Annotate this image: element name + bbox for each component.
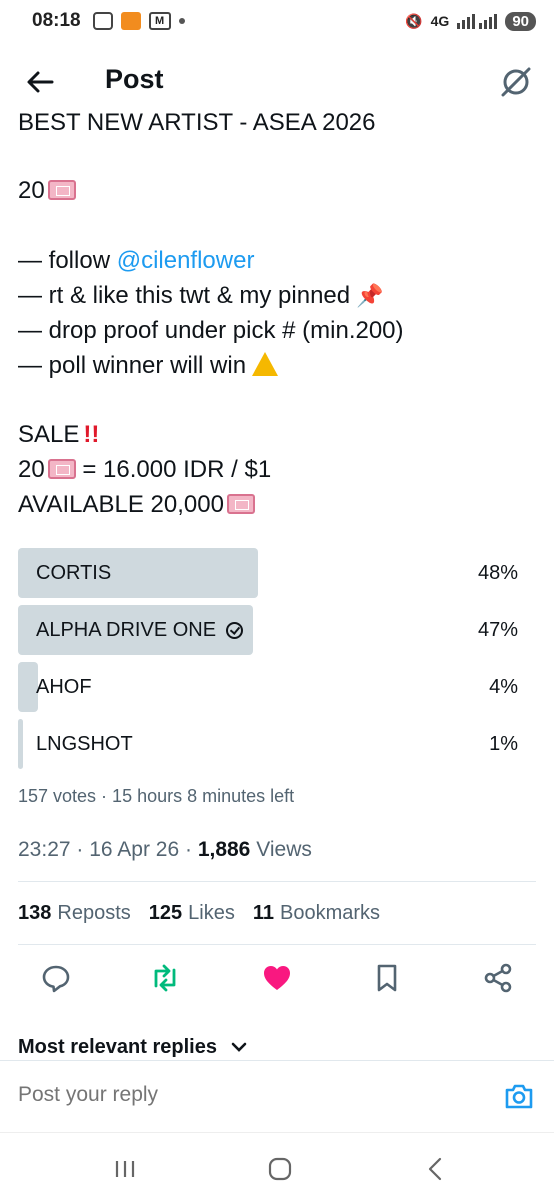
reply-icon[interactable] (40, 962, 72, 994)
poll-option-bar (18, 662, 38, 712)
app-notification-icon (120, 12, 141, 30)
poll-option-percent: 1% (489, 733, 518, 755)
poll-option-label: ALPHA DRIVE ONE (36, 619, 217, 641)
share-icon[interactable] (482, 962, 514, 994)
poll-summary: 157 votes · 15 hours 8 minutes left (18, 786, 295, 806)
post-text-follow: — follow @cilenflower (18, 247, 255, 274)
post-date: 16 Apr 26 (89, 838, 180, 861)
post-text-available: AVAILABLE 20,000 (18, 490, 255, 520)
system-navigation-bar (0, 1132, 554, 1200)
warning-emoji-icon (252, 352, 279, 376)
camera-icon[interactable] (504, 1081, 534, 1111)
battery-level: 90 (505, 11, 536, 31)
repost-icon[interactable] (149, 962, 181, 994)
home-icon[interactable] (266, 1155, 294, 1183)
poll-option[interactable]: AHOF 4% (18, 662, 518, 712)
reply-composer (0, 1060, 554, 1132)
replies-sort-label: Most relevant replies (18, 1036, 217, 1058)
post-text-rt: — rt & like this twt & my pinned 📌 (18, 282, 384, 309)
engagement-stats: 138 Reposts 125 Likes 11 Bookmarks (18, 902, 380, 925)
post-text-count: 20 (18, 176, 76, 206)
ticket-emoji-icon (47, 180, 76, 200)
divider (18, 944, 536, 945)
views-count: 1,886 (197, 838, 251, 861)
post-header: Post (0, 50, 554, 112)
post-timestamp: 23:27 · 16 Apr 26 · 1,886 Views (18, 838, 312, 861)
like-heart-icon[interactable] (261, 962, 293, 994)
poll-option-label: AHOF (36, 676, 92, 698)
voted-check-icon (226, 622, 244, 639)
bookmark-icon[interactable] (371, 962, 403, 994)
status-time: 08:18 (32, 10, 81, 31)
post-text-proof: — drop proof under pick # (min.200) (18, 317, 404, 344)
double-exclamation-emoji-icon: !! (83, 421, 100, 448)
poll-option[interactable]: ALPHA DRIVE ONE 47% (18, 605, 518, 655)
more-notifications-dot-icon (178, 18, 185, 24)
pushpin-emoji-icon: 📌 (356, 283, 384, 308)
poll-option[interactable]: CORTIS 48% (18, 548, 518, 598)
poll-option-percent: 48% (477, 562, 518, 584)
poll-option-bar (18, 719, 23, 769)
ticket-emoji-icon (47, 459, 76, 479)
poll-option-percent: 4% (489, 676, 518, 698)
poll-option-percent: 47% (477, 619, 518, 641)
recent-apps-icon[interactable] (111, 1155, 139, 1183)
post-text-poll: — poll winner will win (18, 351, 279, 381)
views-label: Views (256, 838, 312, 861)
divider (18, 881, 536, 882)
mute-icon: 🔇 (405, 12, 423, 29)
back-arrow-icon[interactable] (24, 66, 56, 98)
grok-icon[interactable] (498, 64, 534, 100)
chevron-down-icon (231, 1042, 246, 1052)
reposts-stat[interactable]: 138 Reposts (18, 902, 131, 925)
action-bar (0, 962, 554, 1002)
back-nav-icon[interactable] (421, 1155, 449, 1183)
replies-sort-dropdown[interactable]: Most relevant replies (18, 1036, 247, 1060)
post-text-sale: SALE!! (18, 421, 100, 448)
m-app-notification-icon: M (148, 12, 171, 30)
network-type: 4G (430, 13, 450, 29)
poll-option[interactable]: LNGSHOT 1% (18, 719, 518, 769)
likes-stat[interactable]: 125 Likes (149, 902, 235, 925)
ticket-emoji-icon (226, 494, 255, 514)
post-time: 23:27 (18, 838, 71, 861)
poll-option-label: CORTIS (36, 562, 112, 584)
screenshot-notification-icon (92, 12, 113, 30)
bookmarks-stat[interactable]: 11 Bookmarks (253, 902, 380, 925)
mention-link[interactable]: @cilenflower (117, 247, 255, 274)
reply-input[interactable] (18, 1083, 458, 1107)
page-title: Post (105, 64, 164, 94)
signal-icon (457, 14, 498, 29)
post-text-price: 20 = 16.000 IDR / $1 (18, 456, 272, 483)
poll-option-label: LNGSHOT (36, 733, 133, 755)
status-bar: 08:18 M 🔇 4G 90 (0, 0, 554, 42)
